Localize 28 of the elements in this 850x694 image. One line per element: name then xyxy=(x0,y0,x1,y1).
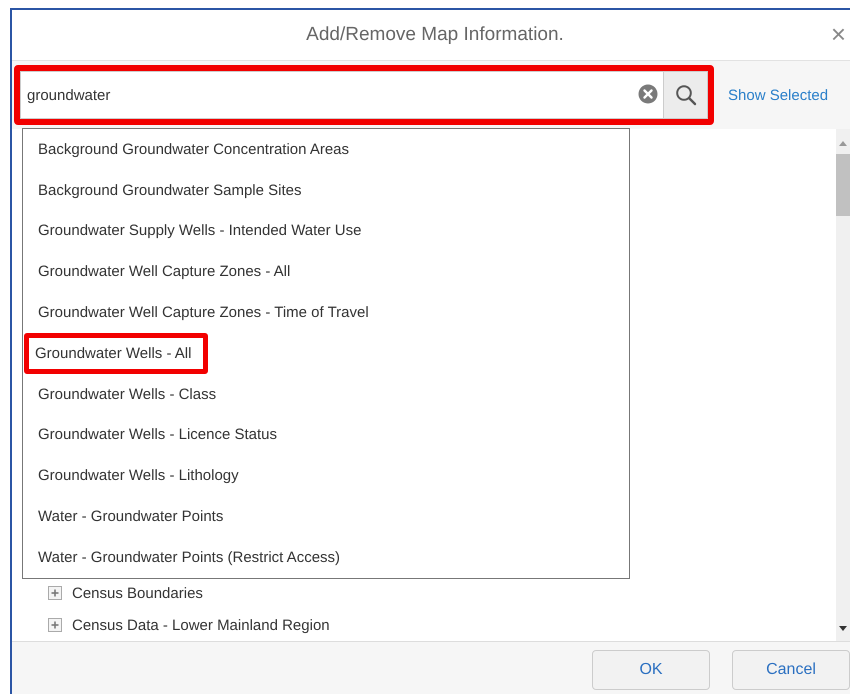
suggestion-item[interactable]: Background Groundwater Sample Sites xyxy=(24,170,318,211)
scroll-down-arrow-icon[interactable] xyxy=(839,626,847,631)
dialog-title: Add/Remove Map Information. xyxy=(306,24,564,46)
search-icon xyxy=(674,84,696,106)
suggestion-item[interactable]: Groundwater Wells - Class xyxy=(24,374,232,415)
suggestion-item[interactable]: Groundwater Well Capture Zones - Time of Travel xyxy=(24,292,385,333)
search-field[interactable]: groundwater xyxy=(20,71,664,119)
show-selected-link[interactable]: Show Selected xyxy=(728,86,828,104)
suggestion-item[interactable]: Water - Groundwater Points (Restrict Access) xyxy=(24,536,356,578)
suggestion-item[interactable]: Groundwater Wells - All xyxy=(24,332,208,374)
search-button[interactable] xyxy=(664,71,708,119)
cancel-button[interactable]: Cancel xyxy=(732,650,850,690)
tree-item[interactable]: Census Boundaries xyxy=(72,584,203,602)
suggestion-item[interactable]: Background Groundwater Concentration Areas xyxy=(24,129,366,170)
ok-button[interactable]: OK xyxy=(592,650,710,690)
suggestion-item[interactable]: Groundwater Wells - Licence Status xyxy=(24,414,293,456)
plus-box-icon[interactable] xyxy=(48,586,62,600)
plus-box-icon[interactable] xyxy=(48,618,62,632)
close-button[interactable]: × xyxy=(828,21,848,47)
scroll-up-arrow-icon[interactable] xyxy=(839,141,847,146)
suggestion-item[interactable]: Groundwater Well Capture Zones - All xyxy=(24,251,306,292)
suggestion-item[interactable]: Water - Groundwater Points xyxy=(24,496,240,537)
suggestion-item[interactable]: Groundwater Wells - Lithology xyxy=(24,455,255,496)
scrollbar[interactable] xyxy=(836,129,850,641)
suggestion-item[interactable]: Groundwater Supply Wells - Intended Water Use xyxy=(24,210,378,252)
clear-icon[interactable] xyxy=(638,84,658,104)
tree-item[interactable]: Census Data - Lower Mainland Region xyxy=(72,616,330,634)
scrollbar-thumb[interactable] xyxy=(836,154,850,216)
